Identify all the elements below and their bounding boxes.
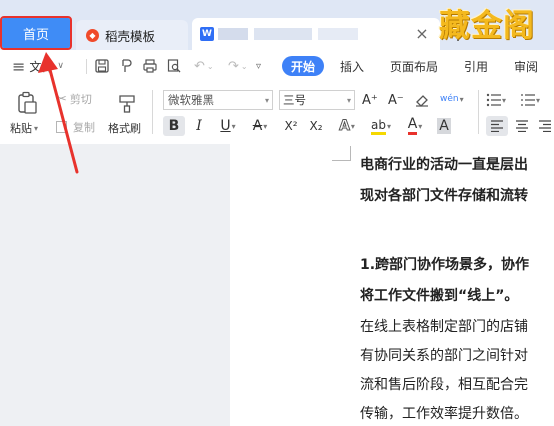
font-size-select[interactable]: 三号 ▾ [279, 90, 355, 110]
tab-references[interactable]: 引用 [464, 50, 488, 82]
format-painter-button[interactable]: 格式刷 [108, 120, 141, 136]
redacted-title-part [218, 28, 248, 40]
doc-line[interactable]: 在线上表格制定部门的店铺 [360, 316, 528, 336]
menu-bar: ≡ 文件 ∨ ↶ ⌄ ↷ ⌄ ▿ 开始 插入 页面布局 引用 审阅 [0, 50, 554, 83]
tab-start[interactable]: 开始 [282, 56, 324, 76]
doc-line[interactable]: 传输，工作效率提升数倍。 [360, 403, 528, 423]
align-left-icon[interactable] [486, 116, 508, 136]
print-preview-icon[interactable] [166, 50, 182, 82]
underline-label: U [220, 118, 231, 134]
tab-review[interactable]: 审阅 [514, 50, 538, 82]
copy-button[interactable]: 复制 [56, 119, 95, 135]
font-color-button[interactable]: A ▾ [402, 116, 428, 136]
customize-toolbar-icon[interactable]: ▿ [256, 50, 261, 82]
hamburger-icon: ≡ [12, 56, 26, 76]
highlight-icon: ab [371, 118, 386, 135]
ribbon: 粘贴 ▾ ✂ 剪切 复制 格式刷 微软雅黑 ▾ 三号 ▾ A⁺ A⁻ wén ▾ ▾… [0, 82, 554, 145]
tab-insert[interactable]: 插入 [340, 50, 364, 82]
shading-label: A [437, 118, 451, 134]
page-margin-marker [332, 146, 351, 161]
chevron-down-icon: ▾ [350, 121, 355, 131]
save-icon[interactable] [94, 50, 110, 82]
doc-line[interactable]: 流和售后阶段，相互配合完 [360, 374, 528, 394]
tab-document[interactable]: W × [192, 18, 440, 50]
redacted-title-part [254, 28, 312, 40]
print-icon[interactable] [142, 50, 158, 82]
chevron-down-icon: ▾ [459, 94, 464, 104]
chevron-down-icon: ▾ [386, 121, 391, 131]
copy-label: 复制 [73, 121, 95, 134]
copy-icon [56, 121, 67, 133]
chevron-down-icon: ▾ [502, 95, 507, 105]
chevron-down-icon: ▾ [263, 121, 268, 131]
font-name-value: 微软雅黑 [168, 93, 214, 107]
font-name-select[interactable]: 微软雅黑 ▾ [163, 90, 273, 110]
align-center-icon[interactable] [512, 116, 532, 136]
scissors-icon: ✂ [56, 91, 67, 107]
subscript-button[interactable]: X₂ [305, 116, 327, 136]
writer-doc-icon: W [200, 27, 214, 41]
tab-page-layout[interactable]: 页面布局 [390, 50, 438, 82]
character-shading-button[interactable]: A [434, 116, 454, 136]
format-brush-icon[interactable] [118, 50, 134, 82]
chevron-down-icon: ▾ [536, 95, 541, 105]
doc-heading[interactable]: 1.跨部门协作场景多，协作 [360, 254, 529, 274]
decrease-font-button[interactable]: A⁻ [388, 90, 404, 110]
tab-bar: 首页 ◆ 稻壳模板 W × + 藏金阁 [0, 0, 554, 50]
bold-button[interactable]: B [163, 116, 185, 136]
undo-icon[interactable]: ↶ ⌄ [194, 50, 214, 82]
redo-icon[interactable]: ↷ ⌄ [228, 50, 248, 82]
chevron-down-icon: ∨ [57, 61, 65, 71]
tab-home[interactable]: 首页 [0, 16, 72, 50]
font-color-label: A [407, 117, 418, 135]
divider [152, 90, 153, 134]
chevron-down-icon: ▾ [231, 121, 236, 131]
chevron-down-icon: ▾ [346, 95, 351, 105]
cut-button[interactable]: ✂ 剪切 [56, 91, 92, 107]
font-size-value: 三号 [283, 93, 306, 107]
numbered-list-icon[interactable]: ▾ [520, 90, 540, 110]
doc-heading[interactable]: 将工作文件搬到“线上”。 [360, 285, 518, 305]
redacted-title-part [318, 28, 358, 40]
file-menu-label: 文件 [29, 59, 54, 74]
tab-templates[interactable]: ◆ 稻壳模板 [76, 20, 188, 50]
divider [86, 59, 87, 74]
chevron-down-icon: ▾ [418, 121, 423, 131]
tab-templates-label: 稻壳模板 [105, 28, 156, 44]
increase-font-button[interactable]: A⁺ [362, 90, 378, 110]
phonetic-guide-button[interactable]: wén ▾ [440, 88, 464, 110]
text-effect-button[interactable]: A ▾ [334, 116, 360, 136]
docer-logo-icon: ◆ [86, 28, 99, 42]
phonetic-label: wén [440, 94, 459, 104]
format-painter-icon[interactable] [114, 90, 140, 116]
doc-line[interactable]: 有协同关系的部门之间针对 [360, 345, 528, 365]
bullet-list-icon[interactable]: ▾ [486, 90, 506, 110]
clear-format-icon[interactable] [414, 90, 430, 110]
italic-button[interactable]: I [190, 116, 208, 136]
chevron-down-icon: ▾ [34, 123, 39, 133]
chevron-down-icon: ▾ [264, 95, 269, 105]
doc-line[interactable]: 电商行业的活动一直是层出 [360, 154, 528, 174]
strikethrough-button[interactable]: A ▾ [246, 116, 274, 136]
paste-button[interactable]: 粘贴 ▾ [10, 120, 38, 136]
align-right-icon[interactable] [536, 116, 554, 136]
watermark: 藏金阁 [439, 8, 535, 44]
strike-label: A [252, 118, 263, 134]
paste-label: 粘贴 [10, 122, 32, 135]
divider [478, 90, 479, 134]
cut-label: 剪切 [69, 93, 92, 106]
superscript-button[interactable]: X² [280, 116, 302, 136]
file-menu[interactable]: ≡ 文件 ∨ [12, 50, 64, 82]
underline-button[interactable]: U ▾ [214, 116, 242, 136]
doc-line[interactable]: 现对各部门文件存储和流转 [360, 185, 528, 205]
highlight-button[interactable]: ab ▾ [366, 116, 396, 136]
close-tab-icon[interactable]: × [414, 24, 430, 43]
text-effect-icon: A [339, 118, 351, 135]
paste-icon[interactable] [14, 90, 40, 116]
